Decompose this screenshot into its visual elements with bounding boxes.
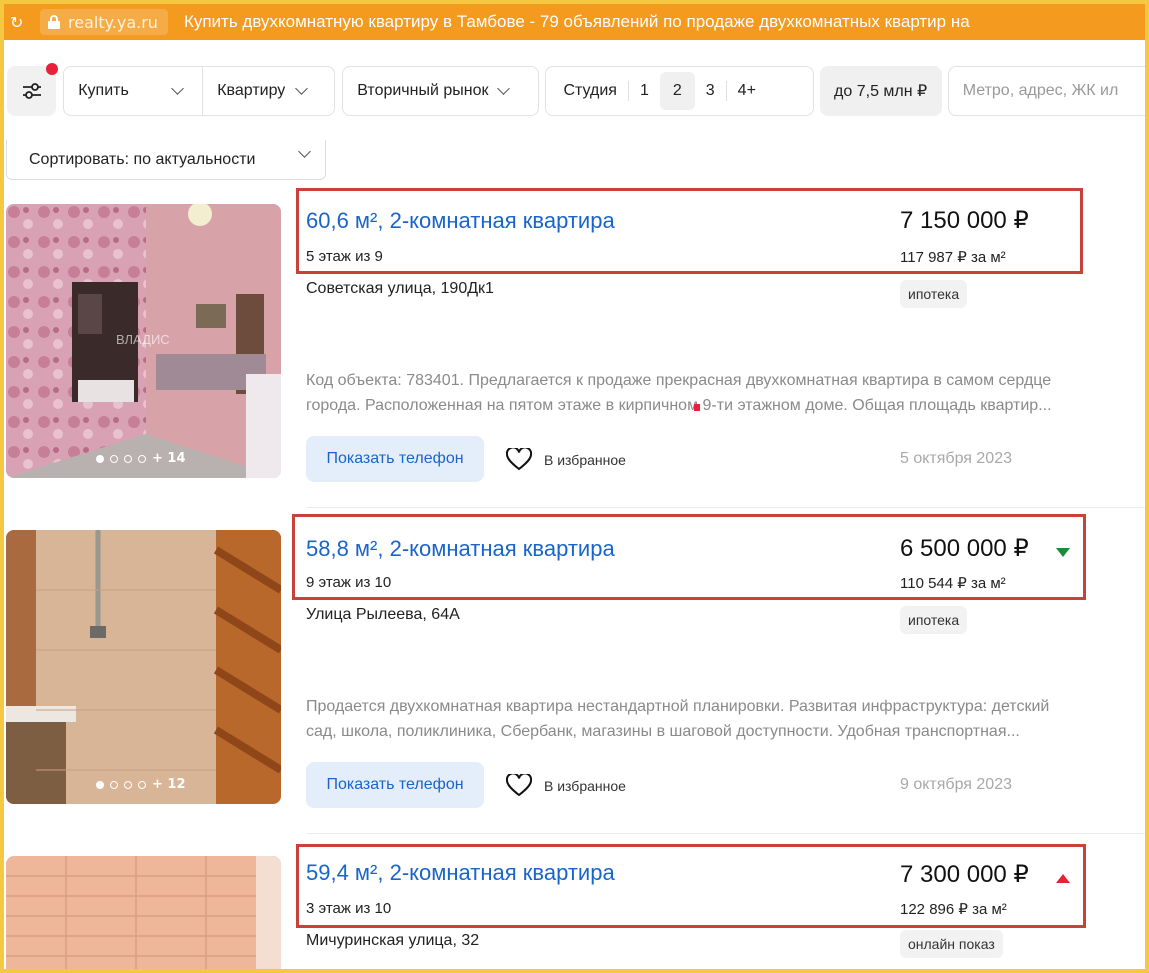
favorite-label: В избранное xyxy=(544,452,626,468)
browser-bar: ↻ realty.ya.ru Купить двухкомнатную квар… xyxy=(4,4,1145,40)
reload-icon[interactable]: ↻ xyxy=(10,13,32,32)
sort-select[interactable]: Сортировать: по актуальности xyxy=(6,140,326,180)
pager-dot xyxy=(124,454,132,463)
pager-dot xyxy=(96,454,104,463)
listing-description-line: города. Расположенная на пятом этаже в к… xyxy=(306,397,1052,414)
room-option-2[interactable]: 2 xyxy=(659,72,695,110)
divider xyxy=(306,833,1145,834)
listing-address[interactable]: Советская улица, 190Дк1 xyxy=(306,280,494,298)
property-type-value: Квартиру xyxy=(217,82,286,99)
listing-photo[interactable]: + 12 xyxy=(6,530,281,804)
heart-icon xyxy=(506,448,532,471)
pager-dot xyxy=(110,454,118,463)
listing-tag: онлайн показ xyxy=(900,930,1003,958)
pager-dot xyxy=(110,780,118,789)
search-input[interactable]: Метро, адрес, ЖК ил xyxy=(947,66,1145,116)
listing-description-line: Продается двухкомнатная квартира нестанд… xyxy=(306,698,1050,715)
pager-dot xyxy=(138,454,146,463)
room-option-studio[interactable]: Студия xyxy=(552,82,627,100)
heart-icon xyxy=(506,774,532,797)
filter-bar: Купить Квартиру Вторичный рынок Студия 1… xyxy=(4,60,1145,122)
listing-description-line: Код объекта: 783401. Предлагается к прод… xyxy=(306,372,1052,389)
page-title: Купить двухкомнатную квартиру в Тамбове … xyxy=(183,12,970,31)
pager-dot xyxy=(138,780,146,789)
property-type-select[interactable]: Квартиру xyxy=(203,82,309,100)
filter-settings-button[interactable] xyxy=(7,63,59,116)
listing-description-line: сад, школа, поликлиника, Сбербанк, магаз… xyxy=(306,723,1020,740)
page-frame: ↻ realty.ya.ru Купить двухкомнатную квар… xyxy=(4,4,1145,969)
room-option-1[interactable]: 1 xyxy=(629,82,660,100)
price-filter-value: до 7,5 млн ₽ xyxy=(834,83,928,100)
room-photo-image xyxy=(6,530,281,804)
address-bar[interactable]: realty.ya.ru xyxy=(40,9,168,35)
room-option-4plus[interactable]: 4+ xyxy=(727,82,767,100)
price-filter-button[interactable]: до 7,5 млн ₽ xyxy=(819,66,942,116)
show-phone-button[interactable]: Показать телефон xyxy=(306,762,484,808)
room-option-3[interactable]: 3 xyxy=(695,82,726,100)
photo-pager[interactable]: + 14 xyxy=(96,451,186,466)
chevron-down-icon xyxy=(496,82,510,95)
photo-pager[interactable]: + 12 xyxy=(96,777,186,792)
chevron-down-icon xyxy=(295,82,309,95)
listing-tag: ипотека xyxy=(900,280,968,308)
watermark-text: ВЛАДИС xyxy=(116,332,170,347)
deal-and-type-group: Купить Квартиру xyxy=(63,66,336,116)
listing-tag: ипотека xyxy=(900,606,968,634)
listing-photo[interactable] xyxy=(6,856,281,969)
room-photo-image xyxy=(6,856,281,969)
chevron-down-icon xyxy=(298,145,311,158)
listing-date: 9 октября 2023 xyxy=(900,776,1012,793)
chevron-down-icon xyxy=(171,82,185,95)
favorite-button[interactable]: В избранное xyxy=(506,448,626,472)
photo-count: + 12 xyxy=(152,777,186,792)
listing-address[interactable]: Улица Рылеева, 64А xyxy=(306,606,460,624)
highlight-box xyxy=(296,188,1083,274)
sliders-icon xyxy=(22,83,41,99)
search-placeholder: Метро, адрес, ЖК ил xyxy=(962,82,1119,99)
rooms-selector: Студия 1 2 3 4+ xyxy=(545,66,814,116)
pager-dot xyxy=(124,780,132,789)
lock-icon xyxy=(48,15,60,29)
listing-address[interactable]: Мичуринская улица, 32 xyxy=(306,932,479,950)
deal-type-select[interactable]: Купить xyxy=(78,82,194,100)
photo-count: + 14 xyxy=(152,451,186,466)
sort-label: Сортировать: по актуальности xyxy=(29,150,256,168)
listing-date: 5 октября 2023 xyxy=(900,450,1012,467)
divider xyxy=(306,507,1145,508)
favorite-button[interactable]: В избранное xyxy=(506,774,626,798)
favorite-label: В избранное xyxy=(544,778,626,794)
deal-type-value: Купить xyxy=(78,82,129,99)
market-select[interactable]: Вторичный рынок xyxy=(342,66,540,116)
cursor-mark xyxy=(694,404,700,411)
pager-dot xyxy=(96,780,104,789)
highlight-box xyxy=(292,514,1086,600)
show-phone-button[interactable]: Показать телефон xyxy=(306,436,484,482)
market-value: Вторичный рынок xyxy=(357,82,489,99)
url-text: realty.ya.ru xyxy=(68,12,158,32)
room-photo-image: ВЛАДИС xyxy=(6,204,281,478)
listing-photo[interactable]: ВЛАДИС + 14 xyxy=(6,204,281,478)
highlight-box xyxy=(296,844,1086,928)
notification-dot xyxy=(46,63,59,75)
